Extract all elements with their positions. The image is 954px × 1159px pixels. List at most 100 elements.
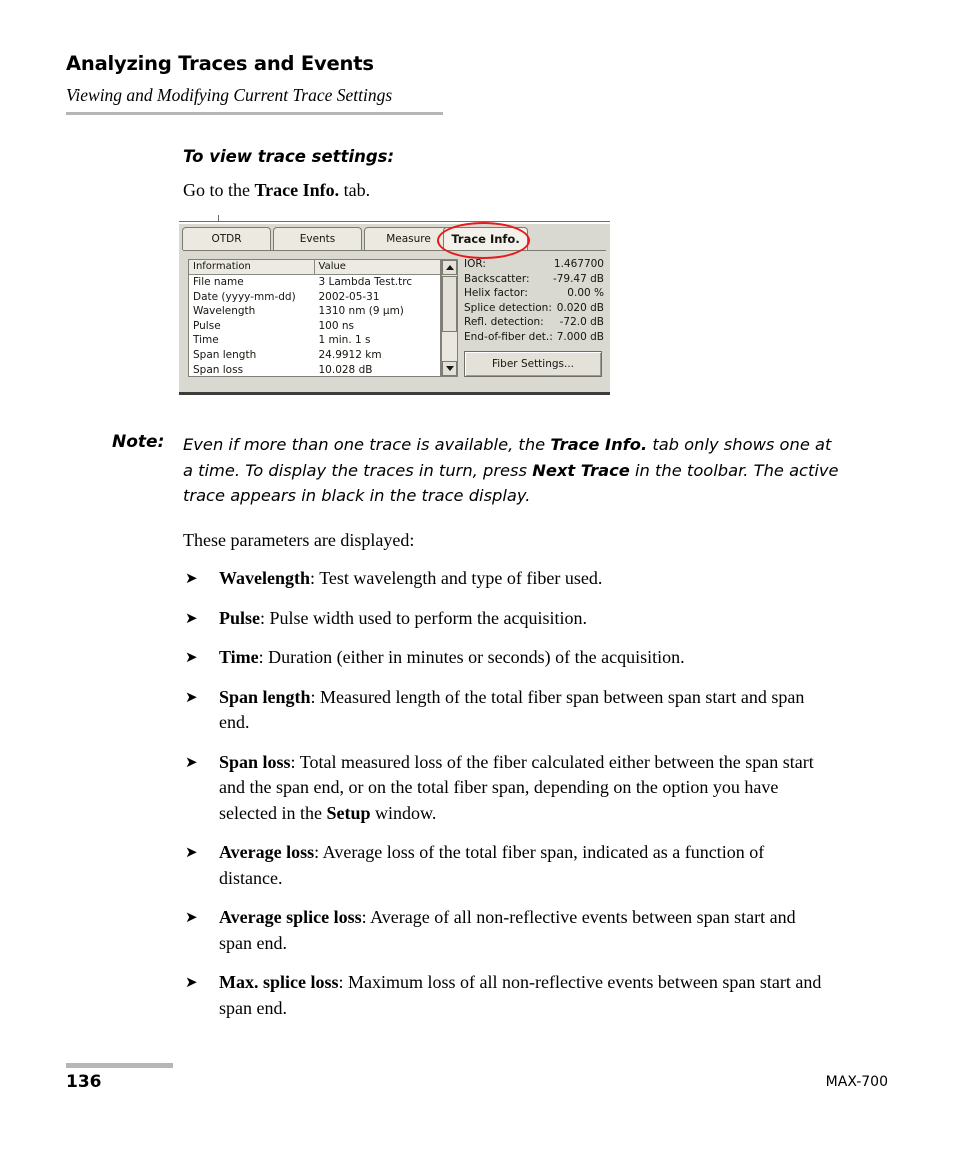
parameter-row: End-of-fiber det.: 7.000 dB — [464, 330, 604, 345]
scroll-down-button[interactable] — [442, 361, 457, 376]
arrow-bullet-icon: ➤ — [185, 569, 198, 587]
parameter-description: : Duration (either in minutes or seconds… — [258, 647, 685, 667]
parameter-label: End-of-fiber det.: — [464, 330, 553, 343]
tab-events[interactable]: Events — [273, 227, 362, 250]
cell-information: File name — [193, 276, 244, 288]
parameter-value: 7.000 dB — [556, 330, 604, 343]
parameter-label: Refl. detection: — [464, 316, 544, 329]
chapter-title: Analyzing Traces and Events — [66, 52, 374, 75]
arrow-bullet-icon: ➤ — [185, 973, 198, 991]
arrow-bullet-icon: ➤ — [185, 608, 198, 627]
parameter-term: Wavelength — [219, 568, 311, 588]
scrollbar-thumb[interactable] — [442, 276, 457, 332]
note-text: Even if more than one trace is available… — [183, 432, 842, 509]
scroll-up-button[interactable] — [442, 260, 457, 275]
table-row[interactable]: Wavelength 1310 nm (9 µm) — [189, 304, 440, 319]
arrow-bullet-icon: ➤ — [185, 908, 198, 926]
parameter-term: Max. splice loss — [219, 972, 339, 992]
cell-information: Pulse — [193, 319, 221, 332]
note-bold-2: Next Trace — [532, 460, 630, 480]
parameters-list: ➤ Wavelength: Test wavelength and type o… — [183, 566, 831, 1035]
note-bold-1: Trace Info. — [550, 435, 648, 454]
parameter-label: Splice detection: — [464, 301, 552, 314]
running-head: Analyzing Traces and Events Viewing and … — [66, 52, 456, 106]
cell-value: 2002-05-31 — [318, 290, 380, 303]
parameter-description-bold: Setup — [326, 802, 371, 823]
footer-rule — [66, 1063, 173, 1068]
parameters-intro: These parameters are displayed: — [183, 530, 415, 550]
procedure-step: Go to the Trace Info. tab. — [183, 180, 370, 201]
trace-info-panel: Information Value File name 3 Lambda Tes… — [179, 251, 610, 392]
product-name: MAX-700 — [825, 1074, 888, 1090]
parameter-term: Pulse — [219, 607, 261, 628]
tab-bar: OTDR Events Measure Trace Info. — [179, 224, 610, 251]
list-item: ➤ Max. splice loss: Maximum loss of all … — [183, 970, 831, 1021]
cell-value: 1310 nm (9 µm) — [318, 305, 404, 318]
cell-value: 3 Lambda Test.trc — [318, 276, 413, 288]
parameter-term: Span loss — [219, 751, 291, 772]
section-subtitle: Viewing and Modifying Current Trace Sett… — [66, 85, 393, 106]
screenshot-top-rule — [179, 221, 610, 222]
screenshot-tick-mark — [218, 215, 219, 222]
parameter-description: : Test wavelength and type of fiber used… — [310, 568, 603, 588]
list-item: ➤ Span loss: Total measured loss of the … — [183, 750, 831, 827]
step-text-prefix: Go to the — [183, 180, 255, 200]
parameter-description-tail: window. — [370, 802, 437, 823]
parameter-term: Span length — [219, 686, 311, 707]
cell-information: Time — [193, 334, 219, 347]
otdr-screenshot-figure: OTDR Events Measure Trace Info. Informat… — [179, 224, 610, 395]
caret-down-icon — [445, 366, 454, 371]
fiber-settings-button[interactable]: Fiber Settings... — [464, 351, 602, 377]
procedure-title: To view trace settings: — [183, 147, 395, 166]
page-number: 136 — [66, 1072, 102, 1092]
tab-trace-info[interactable]: Trace Info. — [443, 227, 528, 250]
parameter-description: : Pulse width used to perform the acquis… — [260, 607, 587, 628]
step-text-suffix: tab. — [339, 180, 371, 200]
caret-up-icon — [445, 265, 454, 270]
parameter-description: : Total measured loss of the fiber calcu… — [219, 751, 814, 823]
trace-information-table[interactable]: Information Value File name 3 Lambda Tes… — [188, 259, 441, 377]
table-row[interactable]: Time 1 min. 1 s — [189, 333, 440, 348]
parameter-term: Average splice loss — [219, 907, 362, 927]
cell-value: 10.028 dB — [318, 363, 373, 376]
list-item: ➤ Span length: Measured length of the to… — [183, 685, 831, 736]
cell-value: 1 min. 1 s — [318, 334, 371, 347]
parameter-label: Backscatter: — [464, 272, 530, 285]
parameter-value: 1.467700 — [553, 258, 604, 270]
parameter-value: -79.47 dB — [552, 272, 604, 285]
table-row[interactable]: Pulse 100 ns — [189, 319, 440, 334]
parameter-row: Backscatter: -79.47 dB — [464, 272, 604, 287]
parameter-value: -72.0 dB — [559, 316, 604, 329]
parameter-term: Time — [219, 647, 259, 667]
fiber-parameters-list: IOR: 1.467700 Backscatter: -79.47 dB Hel… — [464, 257, 604, 345]
parameter-label: Helix factor: — [464, 287, 528, 300]
note-part-1: Even if more than one trace is available… — [183, 435, 551, 454]
parameter-term: Average loss — [219, 842, 315, 862]
tab-measure[interactable]: Measure — [364, 227, 453, 250]
table-header-row: Information Value — [189, 260, 440, 275]
cell-information: Span loss — [193, 363, 244, 376]
table-row[interactable]: Date (yyyy-mm-dd) 2002-05-31 — [189, 290, 440, 305]
table-row[interactable]: File name 3 Lambda Test.trc — [189, 275, 440, 290]
parameter-label: IOR: — [464, 258, 486, 270]
parameter-row: Refl. detection: -72.0 dB — [464, 315, 604, 330]
cell-value: 24.9912 km — [318, 348, 382, 361]
cell-information: Wavelength — [193, 305, 256, 318]
column-header-information: Information — [189, 260, 315, 274]
table-scrollbar[interactable] — [441, 259, 458, 377]
cell-value: 100 ns — [318, 319, 355, 332]
list-item: ➤ Pulse: Pulse width used to perform the… — [183, 606, 831, 632]
note-label: Note: — [112, 432, 165, 452]
header-rule — [66, 112, 443, 115]
list-item: ➤ Average splice loss: Average of all no… — [183, 905, 831, 956]
arrow-bullet-icon: ➤ — [185, 687, 198, 706]
table-row[interactable]: Span length 24.9912 km — [189, 348, 440, 363]
tab-otdr[interactable]: OTDR — [182, 227, 271, 250]
table-row[interactable]: Span loss 10.028 dB — [189, 363, 440, 376]
list-item: ➤ Wavelength: Test wavelength and type o… — [183, 566, 831, 592]
parameter-value: 0.00 % — [567, 287, 604, 300]
arrow-bullet-icon: ➤ — [185, 752, 198, 771]
list-item: ➤ Average loss: Average loss of the tota… — [183, 840, 831, 891]
note-block: Note: Even if more than one trace is ava… — [112, 432, 842, 509]
parameter-value: 0.020 dB — [556, 301, 604, 314]
